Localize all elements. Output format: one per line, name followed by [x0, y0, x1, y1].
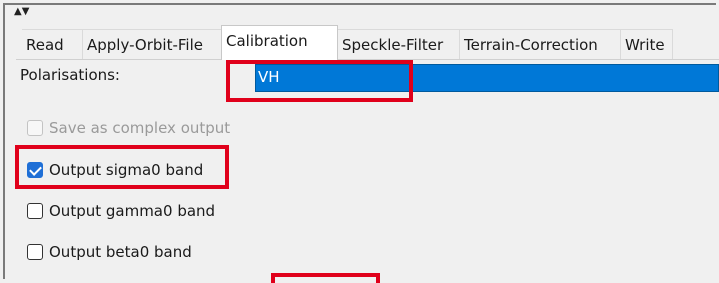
tab-calibration[interactable]: Calibration — [221, 25, 338, 60]
save-complex-label: Save as complex output — [49, 119, 231, 137]
highlight-box-polarisation — [226, 60, 413, 102]
highlight-box-sigma0 — [15, 145, 229, 189]
tab-terrain-correction[interactable]: Terrain-Correction — [460, 29, 621, 59]
collapse-arrows-icon[interactable]: ▲▼ — [14, 7, 29, 17]
tab-apply-orbit-file[interactable]: Apply-Orbit-File — [83, 29, 230, 59]
polarisations-label: Polarisations: — [20, 66, 120, 84]
beta0-option[interactable]: Output beta0 band — [27, 240, 192, 264]
tab-write[interactable]: Write — [621, 29, 673, 59]
save-complex-option: Save as complex output — [27, 116, 230, 140]
gamma0-checkbox[interactable] — [27, 203, 43, 219]
save-complex-checkbox[interactable] — [27, 120, 43, 136]
beta0-checkbox[interactable] — [27, 244, 43, 260]
tab-read[interactable]: Read — [22, 29, 83, 59]
top-strip — [5, 5, 719, 25]
gamma0-option[interactable]: Output gamma0 band — [27, 199, 215, 223]
gamma0-label: Output gamma0 band — [49, 202, 216, 220]
tab-bar: Read Apply-Orbit-File Calibration Speckl… — [16, 25, 719, 60]
beta0-label: Output beta0 band — [49, 243, 192, 261]
highlight-box-partial — [271, 273, 380, 283]
tab-speckle-filter[interactable]: Speckle-Filter — [338, 29, 460, 59]
